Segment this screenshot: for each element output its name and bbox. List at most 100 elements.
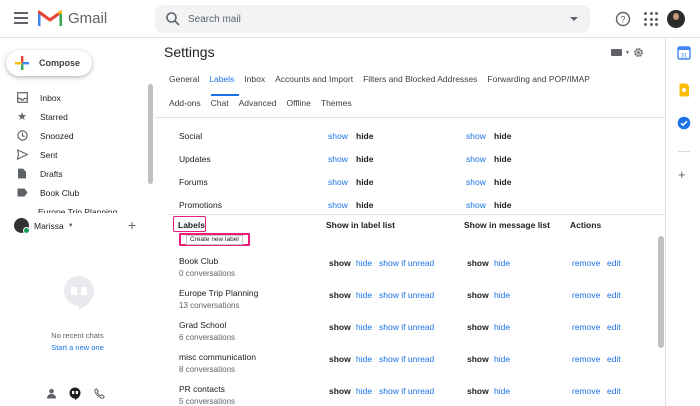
tab-forwarding-and-pop-imap[interactable]: Forwarding and POP/IMAP [487, 74, 590, 84]
label-name: Grad School [179, 320, 227, 330]
section-divider [169, 214, 665, 215]
tab-advanced[interactable]: Advanced [239, 98, 277, 108]
left-sidebar: Compose Inbox ★ Starred Snoozed Sent Dra… [0, 38, 155, 406]
nav-item-starred[interactable]: ★ Starred [0, 107, 148, 126]
edit-label-link[interactable]: edit [607, 258, 621, 268]
search-bar[interactable] [155, 5, 590, 33]
show-in-message-list-link[interactable]: show [466, 200, 486, 210]
tab-offline[interactable]: Offline [286, 98, 310, 108]
show-if-unread-link[interactable]: show if unread [379, 258, 434, 268]
search-input[interactable] [188, 5, 548, 33]
nav-item-inbox[interactable]: Inbox [0, 88, 148, 107]
main-menu-icon[interactable] [14, 12, 28, 24]
draft-icon [16, 168, 28, 180]
category-row-social: Social show hide show hide [155, 124, 665, 147]
person-icon[interactable] [44, 386, 58, 400]
mailbox-nav: Inbox ★ Starred Snoozed Sent Drafts Book… [0, 88, 148, 202]
show-if-unread-link[interactable]: show if unread [379, 290, 434, 300]
hide-in-message-list-state: hide [494, 177, 512, 187]
label-row-pr-contacts: PR contacts 5 conversations show hide sh… [155, 384, 665, 406]
show-in-message-list-link[interactable]: show [466, 131, 486, 141]
show-in-label-list-link[interactable]: show [328, 200, 348, 210]
show-if-unread-link[interactable]: show if unread [379, 354, 434, 364]
show-in-message-list-link[interactable]: show [466, 177, 486, 187]
no-recent-chats: No recent chats [51, 331, 104, 340]
labels-heading: Labels [178, 220, 205, 230]
chevron-down-icon[interactable]: ▼ [625, 50, 630, 56]
tab-add-ons[interactable]: Add-ons [169, 98, 201, 108]
tasks-icon[interactable] [677, 116, 691, 130]
show-in-message-list-link[interactable]: show [466, 154, 486, 164]
hide-in-message-list-state: hide [494, 131, 512, 141]
hide-in-message-list-state: hide [494, 154, 512, 164]
nav-label: Book Club [40, 187, 80, 198]
tab-chat[interactable]: Chat [211, 98, 229, 108]
show-in-label-list-link[interactable]: show [328, 131, 348, 141]
remove-label-link[interactable]: remove [572, 322, 600, 332]
remove-label-link[interactable]: remove [572, 386, 600, 396]
message-list-hide-link[interactable]: hide [494, 354, 510, 364]
edit-label-link[interactable]: edit [607, 290, 621, 300]
message-list-show-state: show [467, 386, 489, 396]
help-icon[interactable]: ? [615, 11, 631, 27]
hide-link[interactable]: hide [356, 290, 372, 300]
keyboard-icon[interactable] [611, 49, 622, 56]
category-row-updates: Updates show hide show hide [155, 147, 665, 170]
create-new-label-button[interactable]: Create new label [179, 233, 250, 246]
nav-item-book-club[interactable]: Book Club [0, 183, 148, 202]
tab-inbox[interactable]: Inbox [244, 74, 265, 84]
message-list-hide-link[interactable]: hide [494, 290, 510, 300]
account-avatar[interactable] [667, 10, 685, 28]
add-icon[interactable]: + [678, 168, 686, 181]
phone-icon[interactable] [92, 386, 106, 400]
tab-filters-and-blocked-addresses[interactable]: Filters and Blocked Addresses [363, 74, 477, 84]
show-in-label-list-link[interactable]: show [328, 177, 348, 187]
hide-link[interactable]: hide [356, 354, 372, 364]
edit-label-link[interactable]: edit [607, 322, 621, 332]
create-new-label-label: Create new label [186, 234, 243, 245]
sidebar-scrollbar[interactable] [148, 84, 153, 184]
edit-label-link[interactable]: edit [607, 354, 621, 364]
nav-item-drafts[interactable]: Drafts [0, 164, 148, 183]
category-name: Updates [179, 154, 211, 164]
nav-item-snoozed[interactable]: Snoozed [0, 126, 148, 145]
compose-button[interactable]: Compose [6, 50, 92, 76]
edit-label-link[interactable]: edit [607, 386, 621, 396]
start-new-chat-link[interactable]: Start a new one [0, 343, 155, 352]
side-panel: 31 + [665, 38, 700, 406]
show-if-unread-link[interactable]: show if unread [379, 322, 434, 332]
remove-label-link[interactable]: remove [572, 354, 600, 364]
gmail-logo[interactable]: Gmail [38, 9, 107, 27]
gear-icon[interactable] [633, 47, 644, 58]
tab-themes[interactable]: Themes [321, 98, 352, 108]
show-state: show [329, 322, 351, 332]
search-options-icon[interactable] [570, 17, 578, 21]
google-apps-icon[interactable] [644, 12, 658, 26]
tab-general[interactable]: General [169, 74, 199, 84]
hide-link[interactable]: hide [356, 258, 372, 268]
hide-link[interactable]: hide [356, 322, 372, 332]
remove-label-link[interactable]: remove [572, 258, 600, 268]
show-if-unread-link[interactable]: show if unread [379, 386, 434, 396]
message-list-hide-link[interactable]: hide [494, 322, 510, 332]
message-list-show-state: show [467, 290, 489, 300]
message-list-hide-link[interactable]: hide [494, 386, 510, 396]
settings-scrollbar[interactable] [658, 236, 664, 348]
tab-accounts-and-import[interactable]: Accounts and Import [275, 74, 353, 84]
message-list-hide-link[interactable]: hide [494, 258, 510, 268]
new-chat-icon[interactable]: + [128, 218, 136, 232]
user-avatar [14, 218, 30, 234]
hide-link[interactable]: hide [356, 386, 372, 396]
tab-labels[interactable]: Labels [209, 74, 234, 84]
search-icon[interactable] [165, 11, 181, 27]
calendar-icon[interactable]: 31 [677, 46, 691, 60]
page-title: Settings [164, 44, 215, 60]
nav-item-europe-trip-planning[interactable]: Europe Trip Planning [38, 207, 117, 213]
remove-label-link[interactable]: remove [572, 290, 600, 300]
hangouts-icon[interactable] [68, 386, 82, 400]
chevron-down-icon[interactable]: ▼ [68, 223, 74, 229]
keep-icon[interactable] [677, 83, 691, 97]
nav-item-sent[interactable]: Sent [0, 145, 148, 164]
hangouts-user[interactable]: Marissa ▼ [14, 218, 74, 234]
show-in-label-list-link[interactable]: show [328, 154, 348, 164]
